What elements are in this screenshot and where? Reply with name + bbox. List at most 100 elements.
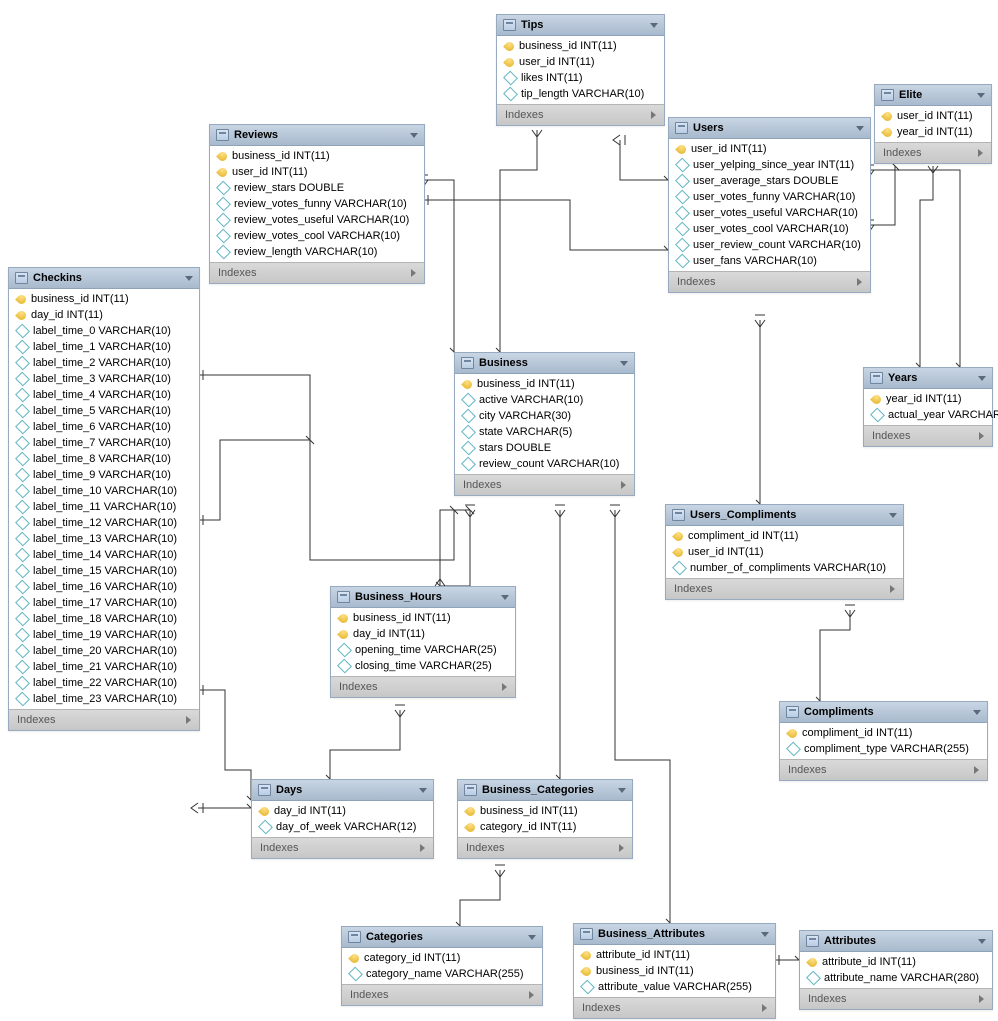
- column-row[interactable]: category_name VARCHAR(255): [342, 966, 542, 982]
- column-row[interactable]: label_time_16 VARCHAR(10): [9, 579, 199, 595]
- table-attributes[interactable]: Attributesattribute_id INT(11)attribute_…: [799, 930, 993, 1010]
- indexes-footer[interactable]: Indexes: [666, 578, 903, 599]
- column-row[interactable]: review_count VARCHAR(10): [455, 456, 634, 472]
- indexes-footer[interactable]: Indexes: [780, 759, 987, 780]
- table-header[interactable]: Elite: [875, 85, 991, 106]
- table-business_attributes[interactable]: Business_Attributes attribute_id INT(11)b…: [573, 923, 776, 1019]
- column-row[interactable]: review_votes_funny VARCHAR(10): [210, 196, 424, 212]
- chevron-down-icon[interactable]: [528, 935, 536, 940]
- table-header[interactable]: Business_Attributes: [574, 924, 775, 945]
- column-row[interactable]: likes INT(11): [497, 70, 664, 86]
- column-row[interactable]: stars DOUBLE: [455, 440, 634, 456]
- column-row[interactable]: business_id INT(11): [574, 963, 775, 979]
- chevron-down-icon[interactable]: [410, 133, 418, 138]
- column-row[interactable]: day_id INT(11): [331, 626, 515, 642]
- chevron-down-icon[interactable]: [978, 939, 986, 944]
- chevron-down-icon[interactable]: [978, 376, 986, 381]
- column-row[interactable]: user_id INT(11): [210, 164, 424, 180]
- column-row[interactable]: year_id INT(11): [875, 124, 991, 140]
- column-row[interactable]: compliment_type VARCHAR(255): [780, 741, 987, 757]
- chevron-down-icon[interactable]: [977, 93, 985, 98]
- column-row[interactable]: category_id INT(11): [458, 819, 632, 835]
- column-row[interactable]: attribute_id INT(11): [800, 954, 992, 970]
- column-row[interactable]: compliment_id INT(11): [666, 528, 903, 544]
- column-row[interactable]: label_time_22 VARCHAR(10): [9, 675, 199, 691]
- column-row[interactable]: user_fans VARCHAR(10): [669, 253, 870, 269]
- table-header[interactable]: Reviews: [210, 125, 424, 146]
- indexes-footer[interactable]: Indexes: [800, 988, 992, 1009]
- chevron-down-icon[interactable]: [618, 788, 626, 793]
- column-row[interactable]: day_id INT(11): [252, 803, 433, 819]
- table-business_hours[interactable]: Business_Hours business_id INT(11)day_id …: [330, 586, 516, 698]
- chevron-down-icon[interactable]: [501, 595, 509, 600]
- column-row[interactable]: label_time_2 VARCHAR(10): [9, 355, 199, 371]
- table-checkins[interactable]: Checkinsbusiness_id INT(11)day_id INT(11…: [8, 267, 200, 731]
- column-row[interactable]: state VARCHAR(5): [455, 424, 634, 440]
- column-row[interactable]: label_time_11 VARCHAR(10): [9, 499, 199, 515]
- chevron-down-icon[interactable]: [856, 126, 864, 131]
- column-row[interactable]: year_id INT(11): [864, 391, 992, 407]
- column-row[interactable]: user_average_stars DOUBLE: [669, 173, 870, 189]
- column-row[interactable]: city VARCHAR(30): [455, 408, 634, 424]
- column-row[interactable]: label_time_21 VARCHAR(10): [9, 659, 199, 675]
- column-row[interactable]: label_time_14 VARCHAR(10): [9, 547, 199, 563]
- table-reviews[interactable]: Reviews business_id INT(11)user_id INT(11…: [209, 124, 425, 284]
- column-row[interactable]: label_time_20 VARCHAR(10): [9, 643, 199, 659]
- column-row[interactable]: category_id INT(11): [342, 950, 542, 966]
- column-row[interactable]: user_id INT(11): [666, 544, 903, 560]
- column-row[interactable]: user_id INT(11): [875, 108, 991, 124]
- chevron-down-icon[interactable]: [889, 513, 897, 518]
- column-row[interactable]: opening_time VARCHAR(25): [331, 642, 515, 658]
- indexes-footer[interactable]: Indexes: [455, 474, 634, 495]
- column-row[interactable]: attribute_value VARCHAR(255): [574, 979, 775, 995]
- indexes-footer[interactable]: Indexes: [210, 262, 424, 283]
- table-header[interactable]: Categories: [342, 927, 542, 948]
- column-row[interactable]: business_id INT(11): [210, 148, 424, 164]
- column-row[interactable]: active VARCHAR(10): [455, 392, 634, 408]
- table-header[interactable]: Days: [252, 780, 433, 801]
- column-row[interactable]: review_stars DOUBLE: [210, 180, 424, 196]
- column-row[interactable]: day_of_week VARCHAR(12): [252, 819, 433, 835]
- column-row[interactable]: user_review_count VARCHAR(10): [669, 237, 870, 253]
- column-row[interactable]: label_time_10 VARCHAR(10): [9, 483, 199, 499]
- chevron-down-icon[interactable]: [620, 361, 628, 366]
- column-row[interactable]: label_time_4 VARCHAR(10): [9, 387, 199, 403]
- table-header[interactable]: Business_Hours: [331, 587, 515, 608]
- column-row[interactable]: attribute_name VARCHAR(280): [800, 970, 992, 986]
- column-row[interactable]: user_yelping_since_year INT(11): [669, 157, 870, 173]
- chevron-down-icon[interactable]: [185, 276, 193, 281]
- chevron-down-icon[interactable]: [761, 932, 769, 937]
- indexes-footer[interactable]: Indexes: [864, 425, 992, 446]
- column-row[interactable]: label_time_5 VARCHAR(10): [9, 403, 199, 419]
- column-row[interactable]: day_id INT(11): [9, 307, 199, 323]
- column-row[interactable]: attribute_id INT(11): [574, 947, 775, 963]
- column-row[interactable]: label_time_23 VARCHAR(10): [9, 691, 199, 707]
- table-header[interactable]: Users: [669, 118, 870, 139]
- column-row[interactable]: label_time_3 VARCHAR(10): [9, 371, 199, 387]
- table-header[interactable]: Business_Categories: [458, 780, 632, 801]
- column-row[interactable]: user_votes_useful VARCHAR(10): [669, 205, 870, 221]
- column-row[interactable]: closing_time VARCHAR(25): [331, 658, 515, 674]
- column-row[interactable]: review_votes_useful VARCHAR(10): [210, 212, 424, 228]
- column-row[interactable]: business_id INT(11): [455, 376, 634, 392]
- indexes-footer[interactable]: Indexes: [9, 709, 199, 730]
- column-row[interactable]: label_time_0 VARCHAR(10): [9, 323, 199, 339]
- column-row[interactable]: label_time_7 VARCHAR(10): [9, 435, 199, 451]
- table-compliments[interactable]: Complimentscompliment_id INT(11)complime…: [779, 701, 988, 781]
- column-row[interactable]: label_time_15 VARCHAR(10): [9, 563, 199, 579]
- table-business_categories[interactable]: Business_Categories business_id INT(11)ca…: [457, 779, 633, 859]
- table-days[interactable]: Days day_id INT(11)day_of_week VARCHAR(12…: [251, 779, 434, 859]
- column-row[interactable]: business_id INT(11): [497, 38, 664, 54]
- column-row[interactable]: actual_year VARCHAR(20): [864, 407, 992, 423]
- table-header[interactable]: Compliments: [780, 702, 987, 723]
- column-row[interactable]: label_time_6 VARCHAR(10): [9, 419, 199, 435]
- table-users[interactable]: Usersuser_id INT(11)user_yelping_since_y…: [668, 117, 871, 293]
- column-row[interactable]: business_id INT(11): [458, 803, 632, 819]
- indexes-footer[interactable]: Indexes: [342, 984, 542, 1005]
- chevron-down-icon[interactable]: [650, 23, 658, 28]
- table-business[interactable]: Businessbusiness_id INT(11)active VARCHA…: [454, 352, 635, 496]
- chevron-down-icon[interactable]: [973, 710, 981, 715]
- column-row[interactable]: tip_length VARCHAR(10): [497, 86, 664, 102]
- column-row[interactable]: business_id INT(11): [331, 610, 515, 626]
- chevron-down-icon[interactable]: [419, 788, 427, 793]
